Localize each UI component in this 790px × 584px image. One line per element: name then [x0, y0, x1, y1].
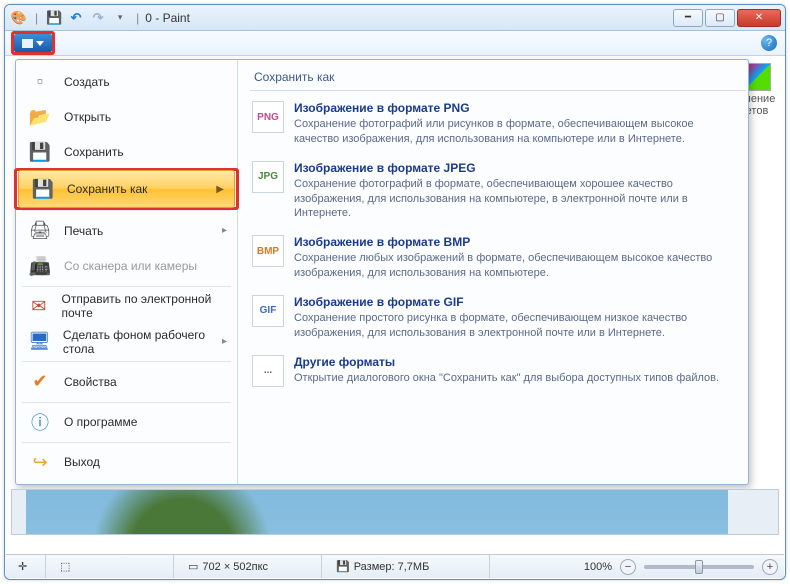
qat-customize-icon[interactable]: ▾ [110, 8, 130, 28]
paint-app-icon: 🎨 [9, 8, 29, 28]
zoom-slider[interactable] [644, 565, 754, 569]
file-button-highlight [11, 31, 55, 55]
status-bar: ✛ ⬚ ▭702 × 502пкс 💾Размер: 7,7МБ 100% − … [6, 554, 784, 578]
help-icon[interactable]: ? [761, 35, 777, 51]
chevron-right-icon: ▸ [222, 225, 227, 236]
disk-icon: 💾 [336, 560, 350, 573]
submenu-title: Сохранить как [250, 66, 746, 91]
file-menu-list: ▫Создать 📂Открыть 💾Сохранить 💾Сохранить … [16, 60, 238, 484]
file-menu-button[interactable] [14, 34, 52, 52]
ribbon-bar: ? [5, 31, 785, 56]
dimensions-icon: ▭ [188, 560, 198, 573]
desktop-icon: 🖥 [28, 330, 51, 354]
menu-scanner: 📠Со сканера или камеры [16, 248, 237, 283]
cursor-pos-icon: ✛ [18, 560, 27, 573]
menu-save[interactable]: 💾Сохранить [16, 135, 237, 170]
menu-desktop-bg[interactable]: 🖥Сделать фоном рабочего стола▸ [16, 324, 237, 359]
qat-undo-icon[interactable]: ↶ [66, 8, 86, 28]
file-menu-panel: ▫Создать 📂Открыть 💾Сохранить 💾Сохранить … [15, 59, 749, 485]
zoom-level: 100% [584, 561, 612, 573]
minimize-button[interactable]: ━ [673, 9, 703, 27]
menu-email[interactable]: ✉Отправить по электронной почте [16, 289, 237, 324]
zoom-in-button[interactable]: + [762, 559, 778, 575]
close-button[interactable]: ✕ [737, 9, 781, 27]
canvas-area[interactable] [11, 489, 779, 535]
png-icon: PNG [252, 101, 284, 133]
format-other[interactable]: ... Другие форматыОткрытие диалогового о… [250, 351, 746, 397]
print-icon: 🖨 [28, 219, 52, 243]
save-as-icon: 💾 [31, 177, 55, 201]
zoom-slider-thumb[interactable] [695, 560, 703, 574]
bmp-icon: BMP [252, 235, 284, 267]
menu-open[interactable]: 📂Открыть [16, 99, 237, 134]
maximize-button[interactable]: ▢ [705, 9, 735, 27]
other-format-icon: ... [252, 355, 284, 387]
chevron-right-icon: ▶ [216, 184, 224, 195]
chevron-right-icon: ▸ [222, 336, 227, 347]
qat-save-icon[interactable]: 💾 [44, 8, 64, 28]
menu-about[interactable]: ⓘО программе [16, 404, 237, 439]
open-icon: 📂 [28, 105, 52, 129]
format-gif[interactable]: GIF Изображение в формате GIFСохранение … [250, 291, 746, 351]
mail-icon: ✉ [28, 294, 50, 318]
gif-icon: GIF [252, 295, 284, 327]
new-icon: ▫ [28, 70, 52, 94]
file-size: Размер: 7,7МБ [354, 561, 430, 573]
qat-redo-icon[interactable]: ↷ [88, 8, 108, 28]
info-icon: ⓘ [28, 410, 52, 434]
canvas-dimensions: 702 × 502пкс [202, 561, 268, 573]
format-jpeg[interactable]: JPG Изображение в формате JPEGСохранение… [250, 157, 746, 232]
format-png[interactable]: PNG Изображение в формате PNGСохранение … [250, 97, 746, 157]
chevron-down-icon [36, 41, 44, 46]
exit-icon: ↪ [28, 450, 52, 474]
file-icon [22, 39, 33, 48]
title-bar: 🎨 | 💾 ↶ ↷ ▾ | 0 - Paint ━ ▢ ✕ [5, 5, 785, 31]
scanner-icon: 📠 [28, 254, 52, 278]
paint-window: 🎨 | 💾 ↶ ↷ ▾ | 0 - Paint ━ ▢ ✕ ? енение е… [4, 4, 786, 580]
check-icon: ✔ [28, 370, 52, 394]
menu-print[interactable]: 🖨Печать▸ [16, 213, 237, 248]
menu-save-as[interactable]: 💾Сохранить как▶ [18, 170, 235, 208]
save-icon: 💾 [28, 140, 52, 164]
save-as-submenu: Сохранить как PNG Изображение в формате … [238, 60, 748, 484]
selection-icon: ⬚ [60, 560, 70, 573]
jpeg-icon: JPG [252, 161, 284, 193]
zoom-out-button[interactable]: − [620, 559, 636, 575]
menu-exit[interactable]: ↪Выход [16, 445, 237, 480]
menu-new[interactable]: ▫Создать [16, 64, 237, 99]
menu-properties[interactable]: ✔Свойства [16, 364, 237, 399]
format-bmp[interactable]: BMP Изображение в формате BMPСохранение … [250, 231, 746, 291]
window-title: 0 - Paint [145, 11, 190, 25]
